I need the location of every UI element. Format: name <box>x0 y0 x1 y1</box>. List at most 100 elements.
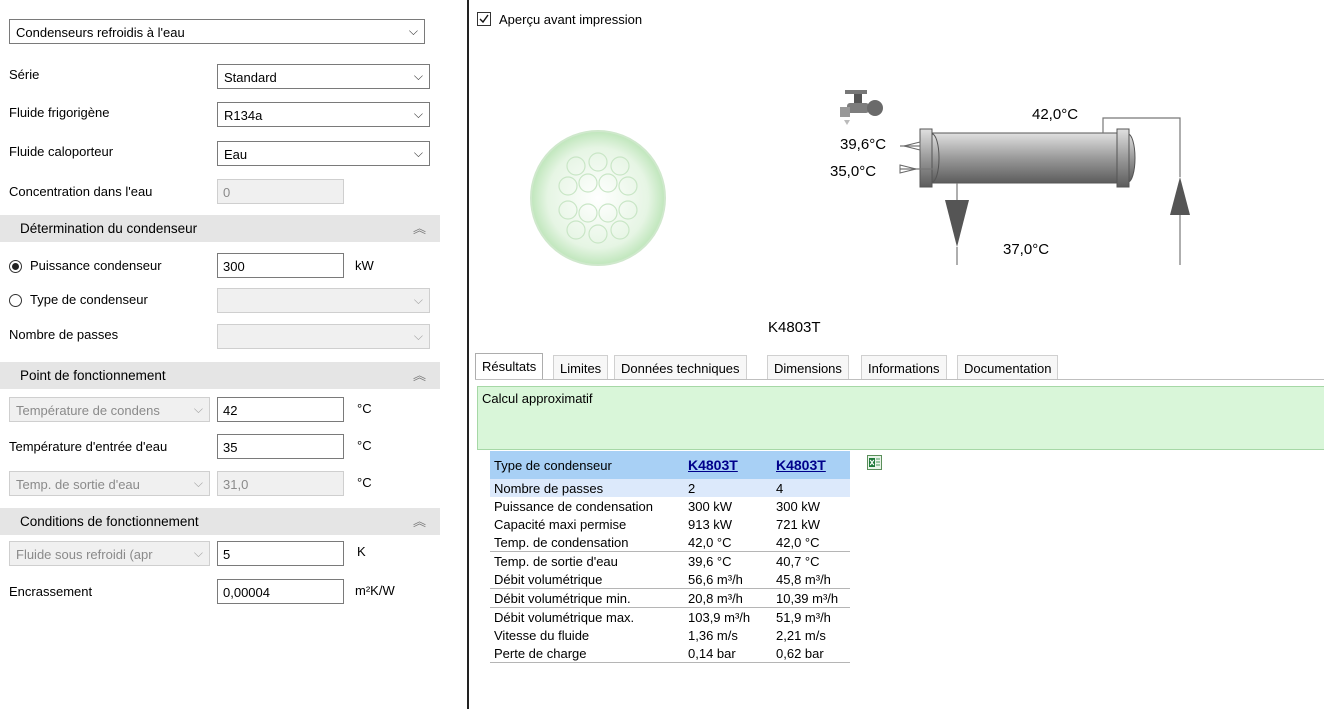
cond-temp-input[interactable]: 42 <box>217 397 344 422</box>
table-row: Temp. de sortie d'eau 39,6 °C 40,7 °C <box>490 551 850 570</box>
model-label: K4803T <box>768 319 821 336</box>
water-out-input[interactable]: 31,0 <box>217 471 344 496</box>
row-value-1: 103,9 m³/h <box>684 607 772 626</box>
row-value-2: 300 kW <box>776 498 821 514</box>
subcool-input[interactable]: 5 <box>217 541 344 566</box>
radio-type[interactable] <box>9 294 22 307</box>
table-row: Nombre de passes 2 4 <box>490 479 850 497</box>
power-label: Puissance condenseur <box>30 258 162 273</box>
water-out-unit: °C <box>357 475 372 490</box>
row-value-2: 2,21 m/s <box>776 627 826 643</box>
row-value-2: 721 kW <box>776 516 821 532</box>
subcool-select[interactable]: Fluide sous refroidi (apr ⌵ <box>9 541 210 566</box>
water-out-label: Temp. de sortie d'eau <box>16 477 140 492</box>
row-value-1: 913 kW <box>688 516 733 532</box>
row-value-1: 0,14 bar <box>688 645 736 661</box>
section-determination[interactable]: Détermination du condenseur ︽ <box>0 215 440 242</box>
row-value-2: 10,39 m³/h <box>772 588 850 608</box>
section-conditions-title: Conditions de fonctionnement <box>20 514 199 529</box>
row-label: Vitesse du fluide <box>494 627 590 643</box>
temp-out-label: 39,6°C <box>840 136 887 153</box>
cond-temp-unit: °C <box>357 401 372 416</box>
table-header-row: Type de condenseur K4803T K4803T <box>490 451 850 479</box>
radio-power[interactable] <box>9 260 22 273</box>
row-value-1: 1,36 m/s <box>688 627 738 643</box>
water-out-select[interactable]: Temp. de sortie d'eau ⌵ <box>9 471 210 496</box>
results-table-container: Type de condenseur K4803T K4803T Nombre … <box>490 451 850 663</box>
collapse-up-icon[interactable]: ︽ <box>413 511 426 530</box>
passes-label: Nombre de passes <box>9 327 119 342</box>
row-value-1: 39,6 °C <box>684 551 772 570</box>
chevron-down-icon: ⌵ <box>413 293 423 307</box>
chevron-down-icon: ⌵ <box>413 69 423 83</box>
chevron-down-icon: ⌵ <box>193 476 203 490</box>
fouling-input[interactable]: 0,00004 <box>217 579 344 604</box>
table-row: Capacité maxi permise 913 kW 721 kW <box>490 515 850 533</box>
serie-label: Série <box>9 67 40 82</box>
row-value-1: 20,8 m³/h <box>684 588 772 608</box>
water-in-label: Température d'entrée d'eau <box>9 439 168 454</box>
collapse-up-icon[interactable]: ︽ <box>413 365 426 384</box>
section-operating-point[interactable]: Point de fonctionnement ︽ <box>0 362 440 389</box>
refrigerant-select[interactable]: R134a ⌵ <box>217 102 430 127</box>
chevron-down-icon: ⌵ <box>413 329 423 343</box>
collapse-up-icon[interactable]: ︽ <box>413 218 426 237</box>
panel-divider[interactable] <box>467 0 469 709</box>
water-in-input[interactable]: 35 <box>217 434 344 459</box>
results-table: Type de condenseur K4803T K4803T Nombre … <box>490 451 850 663</box>
serie-select[interactable]: Standard ⌵ <box>217 64 430 89</box>
tab-resultats[interactable]: Résultats <box>475 353 544 380</box>
row-value-2: 0,62 bar <box>776 645 824 661</box>
product-type-select[interactable]: Condenseurs refroidis à l'eau ⌵ <box>9 19 425 44</box>
chevron-down-icon: ⌵ <box>408 24 418 38</box>
row-label: Débit volumétrique max. <box>490 607 684 626</box>
refrigerant-value: R134a <box>224 108 263 123</box>
section-determination-title: Détermination du condenseur <box>20 221 198 236</box>
chevron-down-icon: ⌵ <box>193 402 203 416</box>
excel-export-icon[interactable] <box>867 455 882 470</box>
tab-limites[interactable]: Limites <box>553 355 609 379</box>
row-value-1: 300 kW <box>688 498 733 514</box>
temp-in-label: 35,0°C <box>830 163 877 180</box>
tab-documentation[interactable]: Documentation <box>957 355 1059 379</box>
type-label: Type de condenseur <box>30 292 148 307</box>
row-value-2: 51,9 m³/h <box>772 607 850 626</box>
section-conditions[interactable]: Conditions de fonctionnement ︽ <box>0 508 440 535</box>
refrigerant-label: Fluide frigorigène <box>9 105 110 120</box>
row-value-1: 56,6 m³/h <box>688 571 743 587</box>
row-label: Débit volumétrique min. <box>490 588 684 608</box>
cond-temp-select[interactable]: Température de condens ⌵ <box>9 397 210 422</box>
header-label: Type de condenseur <box>490 451 684 479</box>
coolant-label: Fluide caloporteur <box>9 144 114 159</box>
concentration-input[interactable]: 0 <box>217 179 344 204</box>
subcool-label: Fluide sous refroidi (apr <box>16 547 153 562</box>
water-in-unit: °C <box>357 438 372 453</box>
type-select[interactable]: ⌵ <box>217 288 430 313</box>
tube-bundle-cross-section <box>530 130 666 266</box>
header-model-link-1[interactable]: K4803T <box>684 451 772 479</box>
chevron-down-icon: ⌵ <box>413 146 423 160</box>
product-type-value: Condenseurs refroidis à l'eau <box>16 25 185 40</box>
message-box: Calcul approximatif <box>477 386 1324 450</box>
print-preview-checkbox[interactable] <box>477 12 491 26</box>
concentration-label: Concentration dans l'eau <box>9 184 153 199</box>
temp-liquid-label: 37,0°C <box>1003 241 1050 258</box>
table-row: Débit volumétrique max. 103,9 m³/h 51,9 … <box>490 607 850 626</box>
header-model-link-2[interactable]: K4803T <box>772 451 850 479</box>
tab-donnees-techniques[interactable]: Données techniques <box>614 355 747 379</box>
power-input[interactable]: 300 <box>217 253 344 278</box>
table-row: Vitesse du fluide 1,36 m/s 2,21 m/s <box>490 626 850 644</box>
row-label: Temp. de sortie d'eau <box>490 551 684 570</box>
serie-value: Standard <box>224 70 277 85</box>
temp-cond-label: 42,0°C <box>1032 106 1079 123</box>
checkmark-icon <box>479 14 489 24</box>
tab-dimensions[interactable]: Dimensions <box>767 355 849 379</box>
coolant-select[interactable]: Eau ⌵ <box>217 141 430 166</box>
row-value-2: 40,7 °C <box>772 551 850 570</box>
tab-informations[interactable]: Informations <box>861 355 947 379</box>
print-preview-label: Aperçu avant impression <box>499 12 643 27</box>
row-value-1: 42,0 °C <box>688 534 732 550</box>
passes-select[interactable]: ⌵ <box>217 324 430 349</box>
chevron-down-icon: ⌵ <box>413 107 423 121</box>
condenser-diagram <box>840 90 1190 265</box>
